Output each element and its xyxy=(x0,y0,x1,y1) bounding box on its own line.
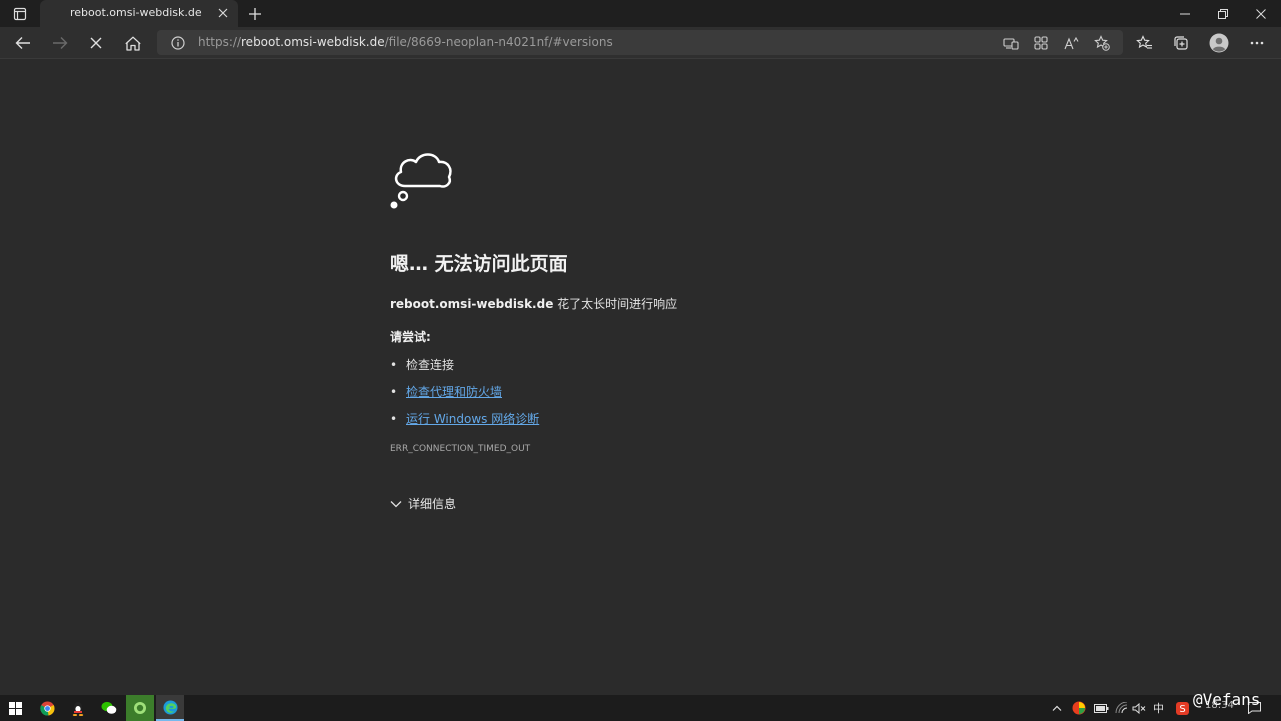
extensions-button[interactable] xyxy=(1030,33,1052,53)
close-icon xyxy=(90,37,102,49)
sogou-icon: S xyxy=(1175,701,1189,715)
arrow-right-icon xyxy=(53,37,68,49)
battery-icon xyxy=(1093,703,1108,713)
suggestion-item: • 检查连接 xyxy=(390,356,454,373)
back-button[interactable] xyxy=(9,30,37,56)
new-tab-button[interactable] xyxy=(244,3,266,25)
cloud-thought-icon xyxy=(390,153,452,209)
bullet: • xyxy=(390,412,398,426)
address-bar[interactable]: https://reboot.omsi-webdisk.de/file/8669… xyxy=(157,30,1123,55)
battery-indicator[interactable] xyxy=(1090,695,1112,721)
browser-tab[interactable]: reboot.omsi-webdisk.de xyxy=(40,0,238,27)
error-heading: 嗯… 无法访问此页面 xyxy=(390,253,568,275)
details-toggle-button[interactable]: 详细信息 xyxy=(390,495,456,512)
wechat-icon xyxy=(101,701,117,714)
collections-icon xyxy=(1174,36,1188,50)
apps-icon xyxy=(1034,36,1048,50)
details-label: 详细信息 xyxy=(408,497,457,511)
chevron-up-icon xyxy=(1052,705,1062,711)
chevron-down-icon xyxy=(390,500,402,507)
wifi-icon xyxy=(1115,702,1127,714)
bullet: • xyxy=(390,385,398,399)
app-available-button[interactable] xyxy=(1000,33,1022,53)
home-icon xyxy=(125,36,141,51)
taskbar: 中 S 18:34 xyxy=(0,695,1281,721)
home-button[interactable] xyxy=(119,30,147,56)
qq-icon xyxy=(72,701,84,716)
url-scheme: https:// xyxy=(198,35,242,49)
watermark-text: @Vefans xyxy=(1193,690,1261,709)
minimize-icon xyxy=(1180,13,1190,14)
plus-icon xyxy=(249,8,261,20)
windows-logo-icon xyxy=(8,701,22,715)
volume-mute-icon xyxy=(1132,702,1146,714)
bullet: • xyxy=(390,358,398,372)
collections-button[interactable] xyxy=(1167,30,1195,56)
taskbar-edge[interactable] xyxy=(156,695,184,721)
star-add-icon xyxy=(1094,35,1110,51)
restore-button[interactable] xyxy=(1204,0,1242,27)
taskbar-qq[interactable] xyxy=(64,695,92,721)
read-aloud-icon xyxy=(1064,36,1079,49)
error-page xyxy=(0,60,1281,695)
avatar-icon xyxy=(1209,33,1229,53)
tab-actions-icon xyxy=(13,7,27,21)
profile-button[interactable] xyxy=(1205,30,1233,56)
title-bar: reboot.omsi-webdisk.de xyxy=(0,0,1281,27)
try-label: 请尝试: xyxy=(390,330,431,344)
run-network-diagnostics-link[interactable]: 运行 Windows 网络诊断 xyxy=(406,412,539,426)
settings-menu-button[interactable] xyxy=(1243,30,1271,56)
stop-loading-button[interactable] xyxy=(82,30,110,56)
tab-close-button[interactable] xyxy=(214,4,232,22)
add-favorite-button[interactable] xyxy=(1091,33,1113,53)
app-install-icon xyxy=(1003,37,1019,50)
url-text[interactable]: https://reboot.omsi-webdisk.de/file/8669… xyxy=(198,35,613,49)
show-hidden-icons-button[interactable] xyxy=(1046,695,1068,721)
check-proxy-firewall-link[interactable]: 检查代理和防火墙 xyxy=(406,385,502,399)
error-host: reboot.omsi-webdisk.de xyxy=(390,297,554,311)
favorites-icon xyxy=(1135,35,1152,49)
tab-title: reboot.omsi-webdisk.de xyxy=(70,6,202,19)
read-aloud-button[interactable] xyxy=(1061,33,1083,53)
ime-indicator[interactable]: 中 xyxy=(1153,700,1164,716)
error-message: reboot.omsi-webdisk.de 花了太长时间进行响应 xyxy=(390,295,677,312)
favorites-button[interactable] xyxy=(1130,30,1158,56)
suggestion-item: • 检查代理和防火墙 xyxy=(390,383,502,400)
taskbar-green-app[interactable] xyxy=(126,695,154,721)
close-window-button[interactable] xyxy=(1242,0,1280,27)
forward-button[interactable] xyxy=(46,30,74,56)
error-code: ERR_CONNECTION_TIMED_OUT xyxy=(390,444,531,454)
restore-icon xyxy=(1218,8,1228,19)
tray-sogou-ime[interactable]: S xyxy=(1171,695,1193,721)
error-message-text: 花了太长时间进行响应 xyxy=(553,297,678,311)
volume-indicator[interactable] xyxy=(1129,695,1149,721)
start-button[interactable] xyxy=(1,695,29,721)
arrow-left-icon xyxy=(15,37,30,49)
url-path: /file/8669-neoplan-n4021nf/#versions xyxy=(384,35,613,49)
tray-security-app[interactable] xyxy=(1068,695,1090,721)
taskbar-wechat[interactable] xyxy=(95,695,123,721)
suggestion-item: • 运行 Windows 网络诊断 xyxy=(390,410,539,427)
taskbar-chrome[interactable] xyxy=(33,695,61,721)
close-icon xyxy=(1256,8,1266,19)
shield-icon xyxy=(1072,701,1086,715)
edge-icon xyxy=(162,699,178,715)
suggestion-check-connection: 检查连接 xyxy=(406,358,455,372)
chrome-icon xyxy=(39,700,55,716)
minimize-button[interactable] xyxy=(1166,0,1204,27)
url-host: reboot.omsi-webdisk.de xyxy=(241,35,385,49)
app-icon xyxy=(134,702,146,714)
more-icon xyxy=(1250,41,1264,45)
tab-actions-button[interactable] xyxy=(4,2,36,26)
close-icon xyxy=(218,8,228,18)
svg-text:S: S xyxy=(1179,704,1185,715)
site-info-button[interactable] xyxy=(167,33,189,53)
info-icon xyxy=(171,36,185,50)
